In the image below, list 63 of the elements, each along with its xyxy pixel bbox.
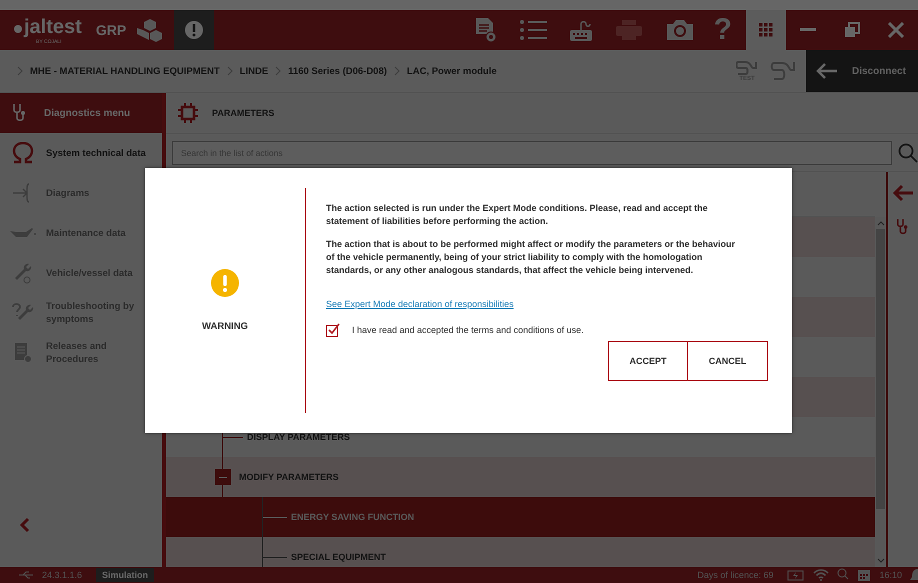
close-icon[interactable] bbox=[888, 22, 904, 38]
tree-item[interactable]: SPECIAL EQUIPMENT bbox=[166, 537, 875, 567]
chevron-right-icon bbox=[17, 66, 23, 76]
dialog-button[interactable]: ACCEPT bbox=[608, 341, 688, 381]
grid-icon bbox=[759, 23, 773, 37]
dialog-button[interactable]: CANCEL bbox=[688, 341, 768, 381]
stethoscope-icon bbox=[12, 103, 28, 123]
chip-icon bbox=[178, 103, 198, 123]
warning-icon bbox=[211, 269, 239, 297]
tree-item[interactable]: ENERGY SAVING FUNCTION bbox=[166, 497, 875, 537]
product-label: GRP bbox=[96, 22, 126, 38]
licence-label: Days of licence: 69 bbox=[697, 570, 774, 580]
minimize-icon[interactable] bbox=[800, 28, 816, 32]
chevron-right-icon bbox=[394, 66, 400, 76]
responsibilities-link[interactable]: See Expert Mode declaration of responsibilities bbox=[326, 299, 514, 309]
warning-paragraph: The action selected is run under the Expert Mode conditions. Please, read and accept the statement of liabilities before performing the action. bbox=[326, 202, 709, 228]
document-icon bbox=[14, 342, 32, 364]
document-eye-icon[interactable] bbox=[474, 17, 497, 43]
sidebar-item[interactable]: System technical data bbox=[0, 133, 162, 173]
terms-label: I have read and accepted the terms and conditions of use. bbox=[352, 325, 584, 335]
disconnect-button[interactable]: Disconnect bbox=[806, 50, 918, 92]
version-label: 24.3.1.1.6 bbox=[42, 570, 82, 580]
usb-icon bbox=[18, 570, 34, 580]
wrench-icon bbox=[13, 262, 33, 284]
scroll-up-icon[interactable] bbox=[876, 220, 884, 226]
oil-can-icon bbox=[9, 226, 37, 240]
breadcrumb-item[interactable]: LINDE bbox=[240, 66, 268, 76]
zoom-icon bbox=[837, 568, 850, 582]
apps-grid-button[interactable] bbox=[746, 10, 786, 50]
chevron-right-icon bbox=[275, 66, 282, 76]
connector-icon[interactable] bbox=[770, 60, 796, 82]
bell-icon bbox=[910, 568, 918, 582]
back-arrow-icon bbox=[816, 63, 838, 79]
chevron-left-icon[interactable] bbox=[20, 517, 30, 533]
stethoscope-icon[interactable] bbox=[896, 218, 910, 236]
back-arrow-icon[interactable] bbox=[892, 184, 914, 202]
tree-item[interactable]: MODIFY PARAMETERS bbox=[166, 457, 875, 497]
keyboard-icon[interactable] bbox=[568, 18, 593, 42]
omega-icon bbox=[11, 142, 35, 164]
restore-icon[interactable] bbox=[844, 22, 860, 38]
help-button[interactable]: ? bbox=[714, 10, 732, 50]
breadcrumb-item[interactable]: 1160 Series (D06-D08) bbox=[288, 66, 387, 76]
panel-title: PARAMETERS bbox=[212, 108, 274, 118]
checkbox[interactable] bbox=[326, 323, 340, 337]
mode-label: Simulation bbox=[96, 568, 154, 582]
collapse-toggle[interactable] bbox=[215, 469, 231, 485]
battery-icon bbox=[787, 570, 806, 580]
cubes-icon[interactable] bbox=[137, 18, 164, 42]
list-icon[interactable] bbox=[518, 18, 547, 42]
camera-icon[interactable] bbox=[664, 18, 695, 42]
dialog-title: WARNING bbox=[202, 321, 248, 332]
breadcrumb-item[interactable]: MHE - MATERIAL HANDLING EQUIPMENT bbox=[30, 66, 220, 76]
alert-button[interactable] bbox=[174, 10, 214, 50]
breadcrumb-item[interactable]: LAC, Power module bbox=[406, 66, 497, 76]
scroll-down-icon[interactable] bbox=[876, 558, 884, 564]
search-icon[interactable] bbox=[898, 143, 918, 163]
diagnostics-menu-header[interactable]: Diagnostics menu bbox=[0, 93, 162, 133]
connector-icon[interactable] bbox=[736, 60, 758, 76]
wifi-icon bbox=[813, 569, 830, 581]
clock-time: 16:10 bbox=[879, 570, 902, 580]
chevron-right-icon bbox=[226, 66, 233, 76]
warning-paragraph: The action that is about to be performed might affect or modify the parameters or the behaviour of the vehicle permanently, being of your strict liability to comply with the homologation standards, or any other analogous standards, that affect the vehicle being intervened. bbox=[326, 238, 736, 277]
exclamation-icon bbox=[184, 20, 204, 40]
